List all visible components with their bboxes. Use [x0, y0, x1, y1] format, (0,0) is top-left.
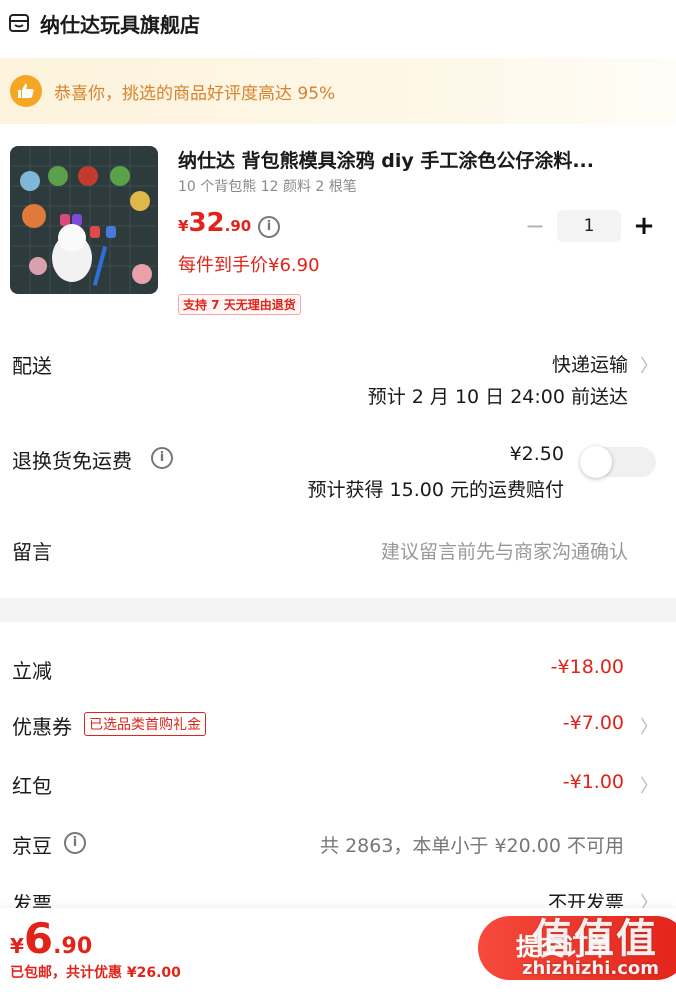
product-title[interactable]: 纳仕达 背包熊模具涂鸦 diy 手工涂色公仔涂料...	[178, 146, 594, 173]
section-divider	[0, 598, 676, 622]
unit-price: 每件到手价¥6.90	[178, 255, 320, 276]
jd-beans-info-icon[interactable]: i	[64, 832, 86, 854]
store-icon	[9, 14, 29, 32]
total-price: ¥ 6 .90	[10, 916, 92, 962]
coupon-value[interactable]: -¥7.00	[563, 712, 624, 734]
price-integer: 32	[188, 208, 225, 238]
delivery-estimate: 预计 2 月 10 日 24:00 前送达	[367, 386, 628, 408]
coupon-chevron-icon[interactable]: 〉	[640, 713, 658, 739]
message-input[interactable]: 建议留言前先与商家沟通确认	[381, 537, 628, 564]
red-packet-chevron-icon[interactable]: 〉	[640, 772, 658, 798]
return-shipping-label: 退换货免运费	[12, 449, 132, 473]
return-shipping-note: 预计获得 15.00 元的运费赔付	[307, 479, 564, 501]
store-name: 纳仕达玩具旗舰店	[40, 12, 200, 37]
total-symbol: ¥	[10, 934, 24, 958]
thumbs-up-icon	[10, 75, 42, 107]
coupon-tag: 已选品类首购礼金	[84, 712, 206, 736]
product-price: ¥ 32 .90	[178, 208, 251, 238]
product-spec[interactable]: 10 个背包熊 12 颜料 2 根笔	[178, 176, 357, 196]
delivery-label: 配送	[12, 354, 52, 378]
return-shipping-price: ¥2.50	[509, 443, 564, 465]
quantity-input[interactable]: 1	[557, 210, 621, 242]
coupon-label: 优惠券	[12, 715, 72, 739]
footer-note: 已包邮，共计优惠 ¥26.00	[10, 965, 181, 981]
total-decimal: .90	[53, 934, 93, 959]
price-symbol: ¥	[178, 217, 189, 235]
return-shipping-toggle[interactable]	[580, 446, 656, 478]
product-card: 纳仕达 背包熊模具涂鸦 diy 手工涂色公仔涂料... 10 个背包熊 12 颜…	[0, 136, 676, 326]
return-shipping-info-icon[interactable]: i	[151, 447, 173, 469]
instant-discount-label: 立减	[12, 659, 52, 683]
quantity-decrease-button[interactable]: −	[524, 212, 546, 240]
delivery-chevron-icon[interactable]: 〉	[640, 352, 658, 378]
instant-discount-value: -¥18.00	[550, 656, 624, 678]
checkout-footer: ¥ 6 .90 已包邮，共计优惠 ¥26.00 提交订单	[0, 908, 676, 992]
message-label: 留言	[12, 540, 52, 564]
banner-text: 恭喜你，挑选的商品好评度高达 95%	[54, 83, 336, 104]
price-info-icon[interactable]: i	[258, 216, 280, 238]
price-decimal: .90	[224, 217, 252, 235]
return-policy-badge: 支持 7 天无理由退货	[178, 294, 301, 315]
submit-order-button[interactable]: 提交订单	[478, 916, 676, 980]
delivery-method[interactable]: 快递运输	[552, 350, 628, 377]
red-packet-label: 红包	[12, 774, 52, 798]
toggle-knob	[580, 446, 612, 478]
jd-beans-value: 共 2863，本单小于 ¥20.00 不可用	[320, 835, 624, 857]
jd-beans-label: 京豆	[12, 834, 52, 858]
rating-banner: 恭喜你，挑选的商品好评度高达 95%	[0, 58, 676, 124]
total-integer: 6	[23, 914, 54, 963]
store-header[interactable]: 纳仕达玩具旗舰店	[0, 0, 676, 46]
product-image[interactable]	[10, 146, 158, 294]
red-packet-value[interactable]: -¥1.00	[563, 771, 624, 793]
quantity-increase-button[interactable]: +	[632, 210, 656, 242]
